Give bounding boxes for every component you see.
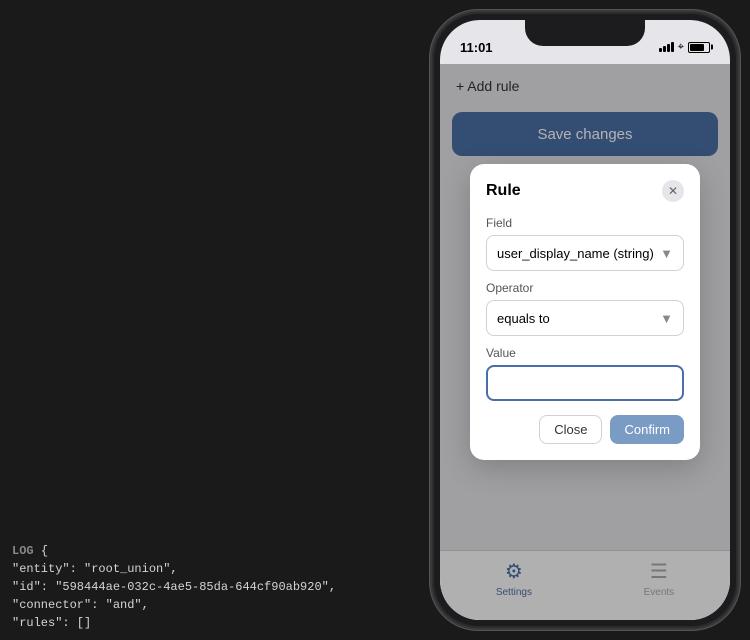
- close-button[interactable]: Close: [539, 415, 602, 444]
- field-chevron-icon: ▼: [660, 246, 673, 261]
- log-line-rules: "rules": []: [12, 616, 91, 630]
- signal-icon: [659, 42, 674, 52]
- status-icons: ⌖: [659, 41, 710, 54]
- log-brace-open: {: [41, 544, 48, 558]
- operator-label: Operator: [486, 281, 684, 295]
- confirm-button[interactable]: Confirm: [610, 415, 684, 444]
- rule-modal: Rule ✕ Field user_display_name (string) …: [470, 164, 700, 460]
- operator-select-value: equals to: [497, 311, 550, 326]
- value-label: Value: [486, 346, 684, 360]
- phone-notch: [525, 20, 645, 46]
- status-time: 11:01: [460, 40, 493, 55]
- modal-actions: Close Confirm: [486, 415, 684, 444]
- operator-select[interactable]: equals to ▼: [486, 300, 684, 336]
- log-line-entity: "entity": "root_union",: [12, 562, 178, 576]
- operator-chevron-icon: ▼: [660, 311, 673, 326]
- log-line-id: "id": "598444ae-032c-4ae5-85da-644cf90ab…: [12, 580, 336, 594]
- wifi-icon: ⌖: [678, 41, 684, 54]
- modal-close-x-button[interactable]: ✕: [662, 180, 684, 202]
- field-select-value: user_display_name (string): [497, 246, 654, 261]
- modal-header: Rule ✕: [486, 180, 684, 202]
- phone-frame: 11:01 ⌖ + Add rule: [430, 10, 740, 630]
- battery-icon: [688, 42, 710, 53]
- phone-screen: 11:01 ⌖ + Add rule: [440, 20, 730, 620]
- log-panel: LOG { "entity": "root_union", "id": "598…: [0, 534, 420, 640]
- modal-title: Rule: [486, 182, 521, 200]
- app-content: + Add rule Save changes Rule ✕ Field: [440, 64, 730, 620]
- log-label: LOG: [12, 544, 34, 558]
- value-input[interactable]: [486, 365, 684, 401]
- field-select[interactable]: user_display_name (string) ▼: [486, 235, 684, 271]
- field-label: Field: [486, 216, 684, 230]
- log-line-connector: "connector": "and",: [12, 598, 149, 612]
- modal-overlay: Rule ✕ Field user_display_name (string) …: [440, 64, 730, 620]
